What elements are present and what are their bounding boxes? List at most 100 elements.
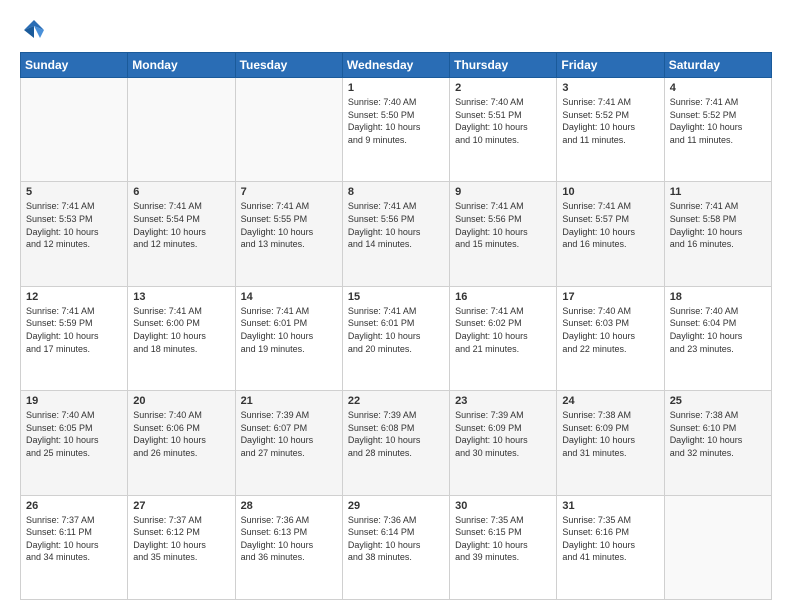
calendar-cell: 11Sunrise: 7:41 AM Sunset: 5:58 PM Dayli… bbox=[664, 182, 771, 286]
calendar-cell bbox=[664, 495, 771, 599]
header bbox=[20, 16, 772, 44]
calendar-cell: 31 Sunrise: 7:35 AM Sunset: 6:16 PM Dayli… bbox=[557, 495, 664, 599]
day-number: 17 bbox=[562, 291, 658, 303]
logo bbox=[20, 16, 52, 44]
calendar-body: 1 Sunrise: 7:40 AM Sunset: 5:50 PM Daylig… bbox=[21, 78, 772, 600]
calendar-cell: 8 Sunrise: 7:41 AM Sunset: 5:56 PM Daylig… bbox=[342, 182, 449, 286]
day-number: 11 bbox=[670, 186, 766, 198]
day-number: 7 bbox=[241, 186, 337, 198]
calendar-cell: 25 Sunrise: 7:38 AM Sunset: 6:10 PM Dayli… bbox=[664, 391, 771, 495]
day-number: 9 bbox=[455, 186, 551, 198]
day-content: Sunrise: 7:38 AM Sunset: 6:10 PM Dayligh… bbox=[670, 409, 766, 459]
calendar-cell: 7 Sunrise: 7:41 AM Sunset: 5:55 PM Daylig… bbox=[235, 182, 342, 286]
day-content: Sunrise: 7:41 AM Sunset: 5:55 PM Dayligh… bbox=[241, 200, 337, 250]
day-number: 12 bbox=[26, 291, 122, 303]
day-content: Sunrise: 7:39 AM Sunset: 6:09 PM Dayligh… bbox=[455, 409, 551, 459]
day-number: 30 bbox=[455, 500, 551, 512]
calendar-cell: 13 Sunrise: 7:41 AM Sunset: 6:00 PM Dayli… bbox=[128, 286, 235, 390]
day-number: 14 bbox=[241, 291, 337, 303]
page: SundayMondayTuesdayWednesdayThursdayFrid… bbox=[0, 0, 792, 612]
day-number: 5 bbox=[26, 186, 122, 198]
calendar-cell: 4 Sunrise: 7:41 AM Sunset: 5:52 PM Daylig… bbox=[664, 78, 771, 182]
day-number: 8 bbox=[348, 186, 444, 198]
calendar-cell: 6Sunrise: 7:41 AM Sunset: 5:54 PM Daylig… bbox=[128, 182, 235, 286]
calendar-cell: 29 Sunrise: 7:36 AM Sunset: 6:14 PM Dayli… bbox=[342, 495, 449, 599]
day-content: Sunrise: 7:40 AM Sunset: 6:04 PM Dayligh… bbox=[670, 305, 766, 355]
day-number: 10 bbox=[562, 186, 658, 198]
day-content: Sunrise: 7:36 AM Sunset: 6:13 PM Dayligh… bbox=[241, 514, 337, 564]
day-number: 16 bbox=[455, 291, 551, 303]
day-number: 15 bbox=[348, 291, 444, 303]
calendar-header: SundayMondayTuesdayWednesdayThursdayFrid… bbox=[21, 53, 772, 78]
calendar-cell: 23 Sunrise: 7:39 AM Sunset: 6:09 PM Dayli… bbox=[450, 391, 557, 495]
calendar-cell: 27 Sunrise: 7:37 AM Sunset: 6:12 PM Dayli… bbox=[128, 495, 235, 599]
weekday-row: SundayMondayTuesdayWednesdayThursdayFrid… bbox=[21, 53, 772, 78]
calendar-cell: 18 Sunrise: 7:40 AM Sunset: 6:04 PM Dayli… bbox=[664, 286, 771, 390]
day-content: Sunrise: 7:37 AM Sunset: 6:11 PM Dayligh… bbox=[26, 514, 122, 564]
day-content: Sunrise: 7:41 AM Sunset: 6:01 PM Dayligh… bbox=[348, 305, 444, 355]
day-number: 13 bbox=[133, 291, 229, 303]
day-number: 4 bbox=[670, 82, 766, 94]
calendar-cell: 10 Sunrise: 7:41 AM Sunset: 5:57 PM Dayli… bbox=[557, 182, 664, 286]
calendar-cell bbox=[21, 78, 128, 182]
day-content: Sunrise: 7:40 AM Sunset: 6:05 PM Dayligh… bbox=[26, 409, 122, 459]
calendar-week: 1 Sunrise: 7:40 AM Sunset: 5:50 PM Daylig… bbox=[21, 78, 772, 182]
day-number: 20 bbox=[133, 395, 229, 407]
day-number: 24 bbox=[562, 395, 658, 407]
day-number: 1 bbox=[348, 82, 444, 94]
logo-icon bbox=[20, 16, 48, 44]
calendar-cell bbox=[235, 78, 342, 182]
day-number: 25 bbox=[670, 395, 766, 407]
weekday-header: Monday bbox=[128, 53, 235, 78]
calendar-cell: 9 Sunrise: 7:41 AM Sunset: 5:56 PM Daylig… bbox=[450, 182, 557, 286]
day-content: Sunrise: 7:41 AM Sunset: 5:54 PM Dayligh… bbox=[133, 200, 229, 250]
day-number: 18 bbox=[670, 291, 766, 303]
calendar-cell: 1 Sunrise: 7:40 AM Sunset: 5:50 PM Daylig… bbox=[342, 78, 449, 182]
weekday-header: Thursday bbox=[450, 53, 557, 78]
day-content: Sunrise: 7:35 AM Sunset: 6:16 PM Dayligh… bbox=[562, 514, 658, 564]
calendar-cell: 16 Sunrise: 7:41 AM Sunset: 6:02 PM Dayli… bbox=[450, 286, 557, 390]
calendar-cell: 2 Sunrise: 7:40 AM Sunset: 5:51 PM Daylig… bbox=[450, 78, 557, 182]
day-number: 2 bbox=[455, 82, 551, 94]
day-number: 23 bbox=[455, 395, 551, 407]
calendar-cell: 3Sunrise: 7:41 AM Sunset: 5:52 PM Daylig… bbox=[557, 78, 664, 182]
weekday-header: Tuesday bbox=[235, 53, 342, 78]
calendar-cell: 17 Sunrise: 7:40 AM Sunset: 6:03 PM Dayli… bbox=[557, 286, 664, 390]
day-content: Sunrise: 7:41 AM Sunset: 6:00 PM Dayligh… bbox=[133, 305, 229, 355]
day-content: Sunrise: 7:41 AM Sunset: 5:56 PM Dayligh… bbox=[348, 200, 444, 250]
day-content: Sunrise: 7:38 AM Sunset: 6:09 PM Dayligh… bbox=[562, 409, 658, 459]
day-number: 28 bbox=[241, 500, 337, 512]
calendar-cell: 22Sunrise: 7:39 AM Sunset: 6:08 PM Dayli… bbox=[342, 391, 449, 495]
day-content: Sunrise: 7:41 AM Sunset: 5:57 PM Dayligh… bbox=[562, 200, 658, 250]
day-content: Sunrise: 7:39 AM Sunset: 6:08 PM Dayligh… bbox=[348, 409, 444, 459]
day-content: Sunrise: 7:35 AM Sunset: 6:15 PM Dayligh… bbox=[455, 514, 551, 564]
day-content: Sunrise: 7:41 AM Sunset: 5:52 PM Dayligh… bbox=[562, 96, 658, 146]
calendar-cell: 26Sunrise: 7:37 AM Sunset: 6:11 PM Dayli… bbox=[21, 495, 128, 599]
day-content: Sunrise: 7:41 AM Sunset: 6:01 PM Dayligh… bbox=[241, 305, 337, 355]
day-content: Sunrise: 7:36 AM Sunset: 6:14 PM Dayligh… bbox=[348, 514, 444, 564]
day-content: Sunrise: 7:41 AM Sunset: 5:53 PM Dayligh… bbox=[26, 200, 122, 250]
day-number: 29 bbox=[348, 500, 444, 512]
weekday-header: Wednesday bbox=[342, 53, 449, 78]
calendar-cell: 24 Sunrise: 7:38 AM Sunset: 6:09 PM Dayli… bbox=[557, 391, 664, 495]
day-content: Sunrise: 7:41 AM Sunset: 6:02 PM Dayligh… bbox=[455, 305, 551, 355]
calendar-cell bbox=[128, 78, 235, 182]
calendar-cell: 5 Sunrise: 7:41 AM Sunset: 5:53 PM Daylig… bbox=[21, 182, 128, 286]
day-content: Sunrise: 7:40 AM Sunset: 5:51 PM Dayligh… bbox=[455, 96, 551, 146]
day-number: 27 bbox=[133, 500, 229, 512]
day-number: 31 bbox=[562, 500, 658, 512]
day-content: Sunrise: 7:40 AM Sunset: 5:50 PM Dayligh… bbox=[348, 96, 444, 146]
calendar-table: SundayMondayTuesdayWednesdayThursdayFrid… bbox=[20, 52, 772, 600]
day-number: 19 bbox=[26, 395, 122, 407]
day-content: Sunrise: 7:41 AM Sunset: 5:52 PM Dayligh… bbox=[670, 96, 766, 146]
calendar-week: 19 Sunrise: 7:40 AM Sunset: 6:05 PM Dayli… bbox=[21, 391, 772, 495]
weekday-header: Saturday bbox=[664, 53, 771, 78]
calendar-cell: 30 Sunrise: 7:35 AM Sunset: 6:15 PM Dayli… bbox=[450, 495, 557, 599]
day-content: Sunrise: 7:37 AM Sunset: 6:12 PM Dayligh… bbox=[133, 514, 229, 564]
day-content: Sunrise: 7:41 AM Sunset: 5:56 PM Dayligh… bbox=[455, 200, 551, 250]
calendar-cell: 12Sunrise: 7:41 AM Sunset: 5:59 PM Dayli… bbox=[21, 286, 128, 390]
calendar-week: 26Sunrise: 7:37 AM Sunset: 6:11 PM Dayli… bbox=[21, 495, 772, 599]
calendar-cell: 19 Sunrise: 7:40 AM Sunset: 6:05 PM Dayli… bbox=[21, 391, 128, 495]
calendar-cell: 15 Sunrise: 7:41 AM Sunset: 6:01 PM Dayli… bbox=[342, 286, 449, 390]
day-content: Sunrise: 7:40 AM Sunset: 6:03 PM Dayligh… bbox=[562, 305, 658, 355]
